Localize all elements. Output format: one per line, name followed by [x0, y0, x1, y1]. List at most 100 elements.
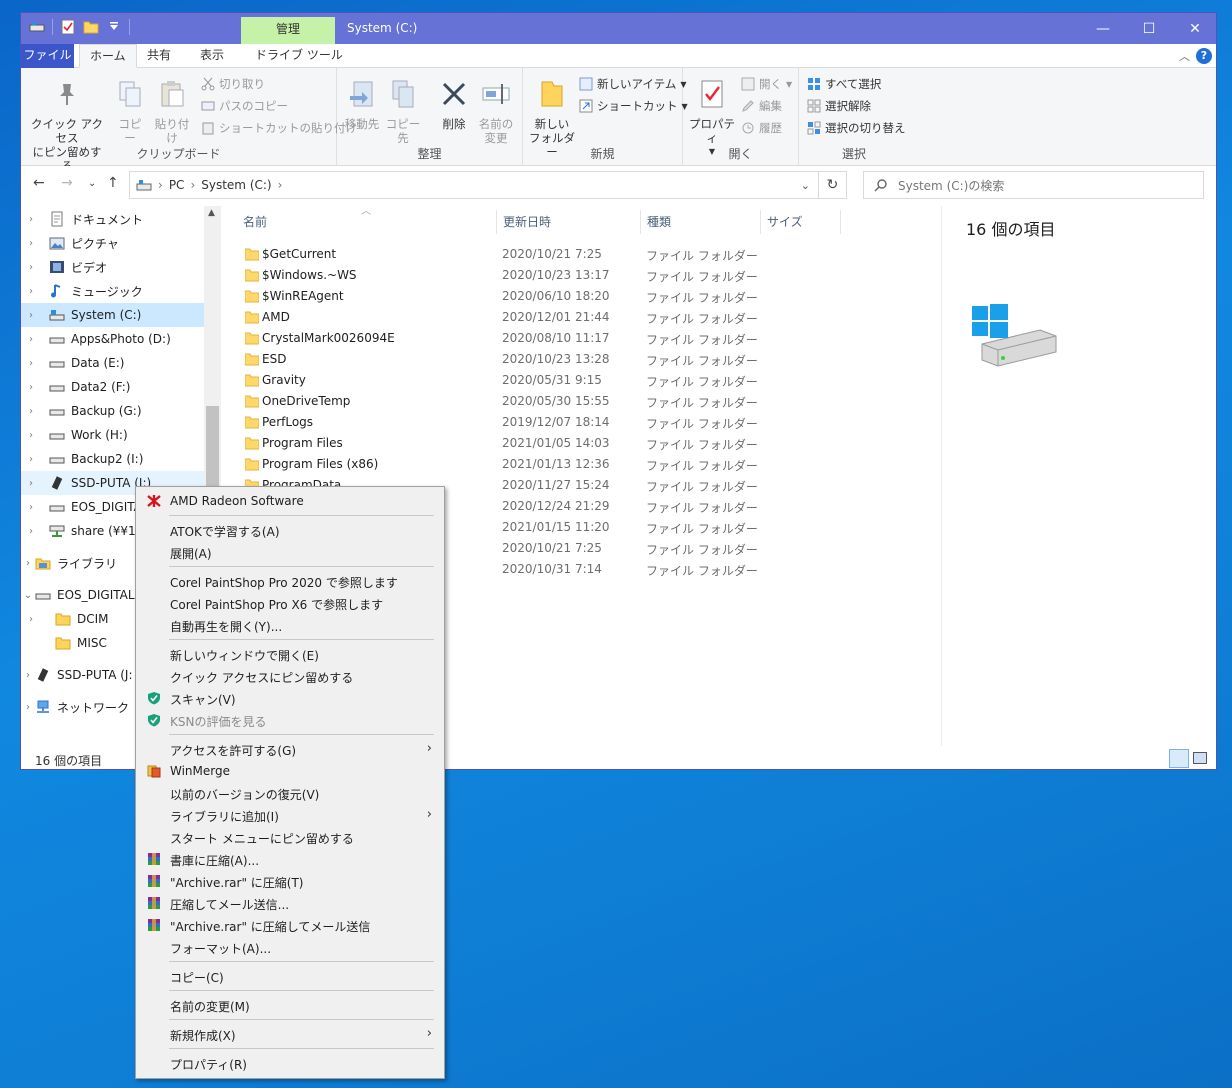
expand-chevron-icon[interactable]: ›: [21, 702, 35, 713]
copy-button[interactable]: コピー: [113, 78, 147, 145]
expand-chevron-icon[interactable]: ›: [21, 502, 41, 513]
context-menu-item[interactable]: Corel PaintShop Pro X6 で参照します: [136, 592, 444, 614]
copy-to-button[interactable]: コピー先: [383, 78, 423, 145]
context-menu-item[interactable]: スキャン(V): [136, 687, 444, 709]
context-menu-item[interactable]: アクセスを許可する(G) ›: [136, 738, 444, 760]
up-icon[interactable]: ↑: [107, 175, 119, 191]
expand-chevron-icon[interactable]: ›: [21, 238, 41, 249]
column-header-modified[interactable]: 更新日時: [497, 210, 641, 234]
minimize-button[interactable]: —: [1080, 13, 1126, 44]
manage-context-tab[interactable]: 管理: [241, 17, 335, 44]
context-menu-item[interactable]: フォーマット(A)...: [136, 936, 444, 958]
search-input[interactable]: System (C:)の検索: [863, 171, 1204, 199]
delete-button[interactable]: 削除: [437, 78, 471, 131]
select-all-button[interactable]: すべて選択: [807, 76, 881, 92]
nav-item-drive-e[interactable]: › Data (E:): [21, 351, 204, 375]
maximize-button[interactable]: ☐: [1126, 13, 1172, 44]
nav-item-drive-f[interactable]: › Data2 (F:): [21, 375, 204, 399]
nav-item-documents[interactable]: › ドキュメント: [21, 207, 204, 231]
expand-chevron-icon[interactable]: ›: [21, 334, 41, 345]
context-menu-item[interactable]: 展開(A): [136, 541, 444, 563]
invert-selection-button[interactable]: 選択の切り替え: [807, 120, 906, 136]
rename-button[interactable]: 名前の 変更: [475, 78, 517, 145]
close-button[interactable]: ✕: [1172, 13, 1216, 44]
move-to-button[interactable]: 移動先: [343, 78, 381, 131]
expand-chevron-icon[interactable]: ›: [21, 558, 35, 569]
expand-chevron-icon[interactable]: ›: [21, 358, 41, 369]
forward-icon[interactable]: →: [61, 175, 73, 191]
scroll-up-icon[interactable]: ▲: [208, 208, 215, 218]
column-header-size[interactable]: サイズ: [761, 210, 841, 234]
expand-chevron-icon[interactable]: ›: [21, 478, 41, 489]
file-row[interactable]: OneDriveTemp 2020/05/30 15:55 ファイル フォルダー: [237, 391, 837, 412]
address-dropdown-icon[interactable]: ⌄: [801, 179, 810, 192]
file-row[interactable]: CrystalMark0026094E 2020/08/10 11:17 ファイル …: [237, 328, 837, 349]
context-menu-item[interactable]: "Archive.rar" に圧縮してメール送信: [136, 914, 444, 936]
context-menu-item[interactable]: ライブラリに追加(I) ›: [136, 804, 444, 826]
paste-shortcut-button[interactable]: ショートカットの貼り付け: [201, 120, 357, 136]
properties-icon[interactable]: [60, 19, 76, 35]
tab-drive-tools[interactable]: ドライブ ツール: [245, 44, 353, 68]
large-icons-view-icon[interactable]: [1193, 752, 1207, 764]
column-header-type[interactable]: 種類: [641, 210, 761, 234]
context-menu-item[interactable]: "Archive.rar" に圧縮(T): [136, 870, 444, 892]
open-button[interactable]: 開く ▼: [741, 76, 792, 92]
context-menu-item[interactable]: クイック アクセスにピン留めする: [136, 665, 444, 687]
expand-chevron-icon[interactable]: ›: [21, 526, 41, 537]
nav-item-drive-h[interactable]: › Work (H:): [21, 423, 204, 447]
expand-chevron-icon[interactable]: ›: [21, 406, 41, 417]
nav-item-music[interactable]: › ミュージック: [21, 279, 204, 303]
history-button[interactable]: 履歴: [741, 120, 782, 136]
customize-qat-icon[interactable]: [106, 19, 122, 35]
nav-item-system-c[interactable]: › System (C:): [21, 303, 204, 327]
copy-path-button[interactable]: パスのコピー: [201, 98, 288, 114]
context-menu-item[interactable]: コピー(C): [136, 965, 444, 987]
expand-chevron-icon[interactable]: ›: [21, 286, 41, 297]
expand-chevron-icon[interactable]: ›: [21, 430, 41, 441]
file-row[interactable]: Program Files 2021/01/05 14:03 ファイル フォルダー: [237, 433, 837, 454]
context-menu-item[interactable]: 圧縮してメール送信...: [136, 892, 444, 914]
context-menu-item[interactable]: プロパティ(R): [136, 1052, 444, 1074]
breadcrumb-drive[interactable]: System (C:): [201, 178, 271, 192]
context-menu-item[interactable]: 新しいウィンドウで開く(E): [136, 643, 444, 665]
collapse-chevron-icon[interactable]: ⌄: [21, 590, 35, 601]
file-row[interactable]: PerfLogs 2019/12/07 18:14 ファイル フォルダー: [237, 412, 837, 433]
column-header-name[interactable]: 名前: [237, 210, 497, 234]
edit-button[interactable]: 編集: [741, 98, 782, 114]
shortcut-button[interactable]: ショートカット ▼: [579, 98, 688, 114]
refresh-icon[interactable]: ↻: [819, 171, 847, 199]
expand-chevron-icon[interactable]: ›: [21, 454, 41, 465]
context-menu-item[interactable]: Corel PaintShop Pro 2020 で参照します: [136, 570, 444, 592]
tab-file[interactable]: ファイル: [21, 44, 74, 68]
nav-item-drive-g[interactable]: › Backup (G:): [21, 399, 204, 423]
file-row[interactable]: $Windows.~WS 2020/10/23 13:17 ファイル フォルダー: [237, 265, 837, 286]
context-menu-item[interactable]: 書庫に圧縮(A)...: [136, 848, 444, 870]
file-row[interactable]: AMD 2020/12/01 21:44 ファイル フォルダー: [237, 307, 837, 328]
expand-chevron-icon[interactable]: ›: [21, 214, 41, 225]
address-box[interactable]: › PC › System (C:) › ⌄: [129, 171, 819, 199]
expand-chevron-icon[interactable]: ›: [21, 382, 41, 393]
nav-item-drive-i[interactable]: › Backup2 (I:): [21, 447, 204, 471]
expand-chevron-icon[interactable]: ›: [21, 614, 41, 625]
context-menu-item[interactable]: 新規作成(X) ›: [136, 1023, 444, 1045]
breadcrumb-pc[interactable]: PC: [169, 178, 185, 192]
nav-item-drive-d[interactable]: › Apps&Photo (D:): [21, 327, 204, 351]
expand-chevron-icon[interactable]: ›: [21, 262, 41, 273]
file-row[interactable]: $GetCurrent 2020/10/21 7:25 ファイル フォルダー: [237, 244, 837, 265]
context-menu-item[interactable]: 自動再生を開く(Y)...: [136, 614, 444, 636]
context-menu-item[interactable]: AMD Radeon Software: [136, 490, 444, 512]
file-row[interactable]: Program Files (x86) 2021/01/13 12:36 ファイル …: [237, 454, 837, 475]
file-row[interactable]: $WinREAgent 2020/06/10 18:20 ファイル フォルダー: [237, 286, 837, 307]
new-folder-icon[interactable]: [83, 19, 99, 35]
context-menu-item[interactable]: ATOKで学習する(A): [136, 519, 444, 541]
context-menu-item[interactable]: WinMerge: [136, 760, 444, 782]
tab-view[interactable]: 表示: [190, 44, 234, 68]
context-menu-item[interactable]: 以前のバージョンの復元(V): [136, 782, 444, 804]
nav-item-pictures[interactable]: › ピクチャ: [21, 231, 204, 255]
nav-item-videos[interactable]: › ビデオ: [21, 255, 204, 279]
tab-home[interactable]: ホーム: [79, 44, 137, 68]
file-row[interactable]: ESD 2020/10/23 13:28 ファイル フォルダー: [237, 349, 837, 370]
details-view-icon[interactable]: [1169, 749, 1189, 768]
file-row[interactable]: Gravity 2020/05/31 9:15 ファイル フォルダー: [237, 370, 837, 391]
paste-button[interactable]: 貼り付け: [150, 78, 194, 145]
